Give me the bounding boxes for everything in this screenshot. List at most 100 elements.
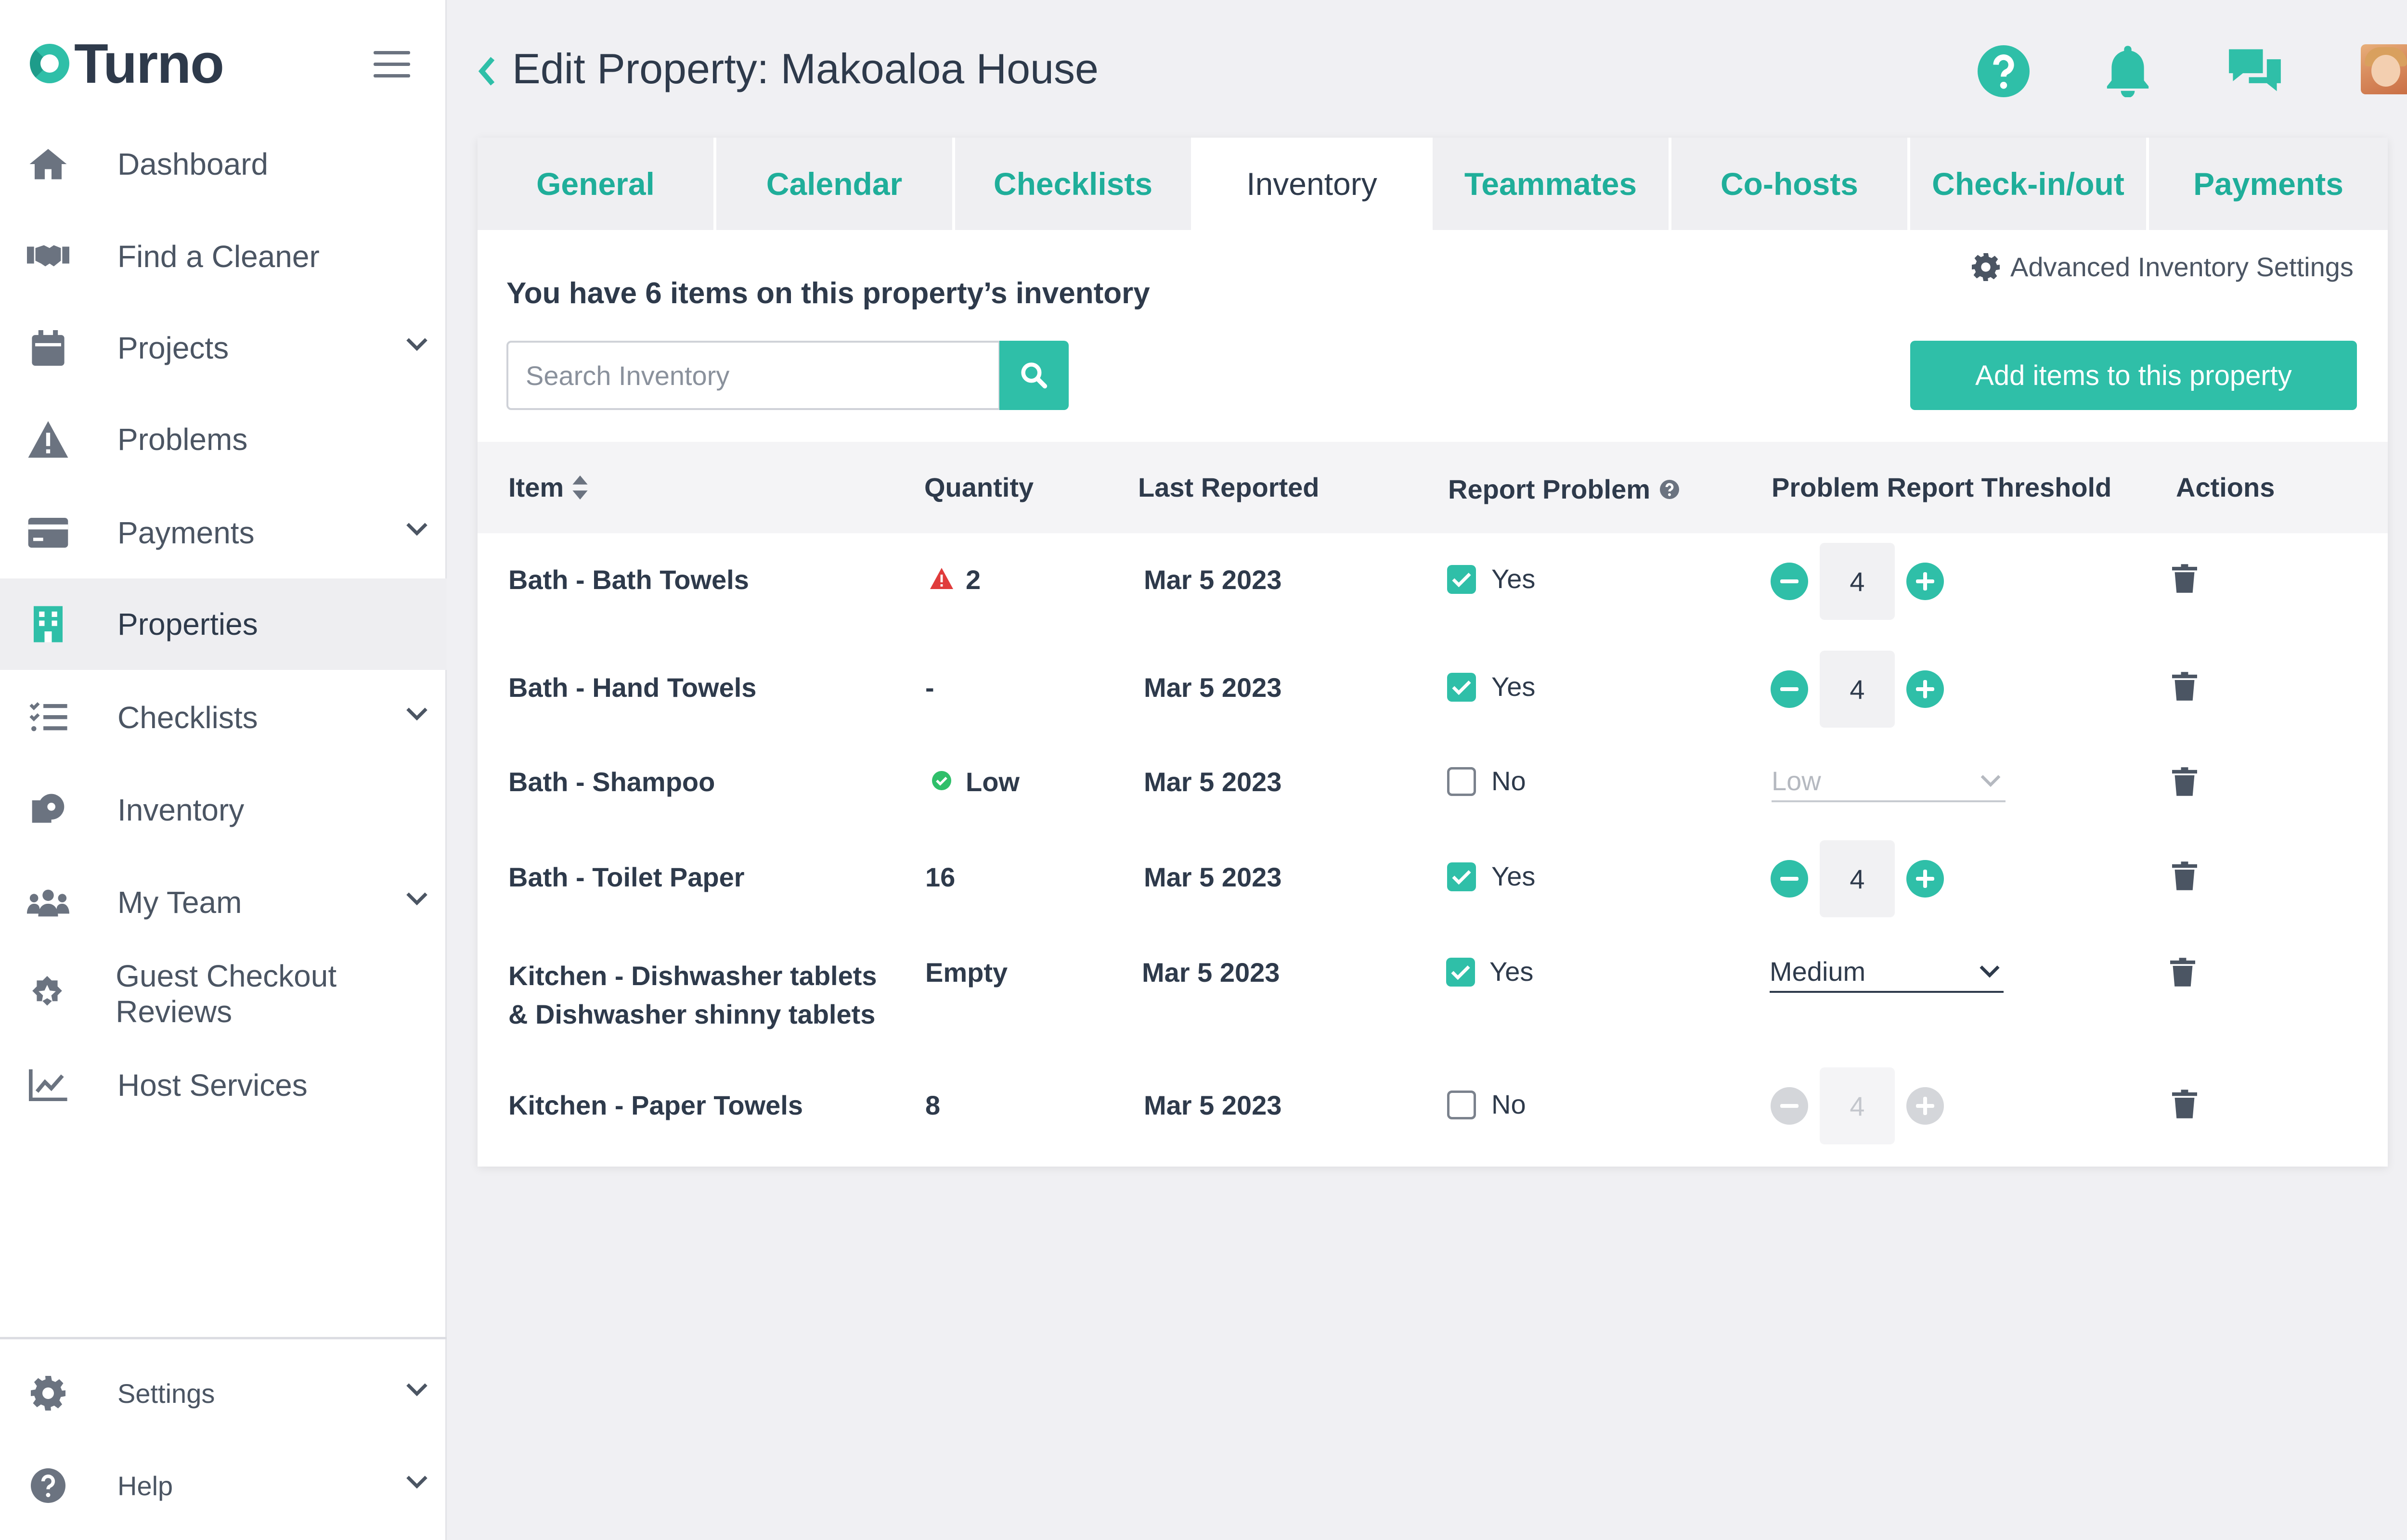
search-input[interactable] — [508, 343, 998, 408]
increment-button[interactable] — [1906, 670, 1944, 708]
sidebar-item-payments[interactable]: Payments — [0, 487, 447, 578]
sidebar-item-label: Help — [117, 1470, 173, 1501]
inventory-summary: You have 6 items on this property’s inve… — [506, 277, 1150, 310]
sidebar-item-checklists[interactable]: Checklists — [0, 672, 447, 763]
report-problem-label: Yes — [1489, 956, 1534, 987]
bell-icon[interactable] — [2099, 42, 2157, 100]
help-icon[interactable] — [1975, 42, 2032, 100]
report-problem-label: No — [1491, 1089, 1526, 1119]
add-items-button[interactable]: Add items to this property — [1910, 341, 2357, 410]
item-last-reported: Mar 5 2023 — [1144, 1090, 1282, 1120]
item-quantity: Low — [966, 767, 1020, 797]
sidebar-item-settings[interactable]: Settings — [0, 1348, 447, 1439]
logo-mark-icon — [30, 44, 69, 83]
toilet-paper-icon — [27, 791, 69, 829]
search-button[interactable] — [999, 341, 1069, 410]
item-quantity: 2 — [966, 565, 981, 595]
page-title: Edit Property: Makoaloa House — [512, 45, 1099, 92]
team-icon — [27, 883, 69, 922]
item-name: Bath - Bath Towels — [508, 565, 749, 595]
increment-button[interactable] — [1906, 1087, 1944, 1125]
chevron-down-icon — [406, 707, 427, 723]
info-question-icon[interactable] — [1660, 479, 1680, 499]
decrement-button[interactable] — [1771, 860, 1808, 898]
report-problem-label: Yes — [1491, 564, 1536, 594]
report-problem-checkbox[interactable] — [1447, 862, 1476, 891]
item-name: Bath - Shampoo — [508, 767, 715, 797]
hamburger-menu-icon[interactable] — [374, 51, 410, 86]
item-name: Kitchen - Paper Towels — [508, 1090, 803, 1120]
decrement-button[interactable] — [1771, 1087, 1808, 1125]
sidebar-item-inventory[interactable]: Inventory — [0, 764, 447, 856]
decrement-button[interactable] — [1771, 670, 1808, 708]
report-problem-checkbox[interactable] — [1447, 565, 1476, 594]
sidebar-item-my-team[interactable]: My Team — [0, 857, 447, 948]
increment-button[interactable] — [1906, 563, 1944, 600]
threshold-select[interactable]: Low — [1772, 765, 2006, 802]
report-problem-checkbox[interactable] — [1447, 1091, 1476, 1119]
threshold-value[interactable]: 4 — [1820, 840, 1895, 917]
report-problem-checkbox[interactable] — [1447, 767, 1476, 796]
sidebar-item-label: Problems — [117, 422, 248, 457]
sidebar-item-guest-checkout-reviews[interactable]: Guest Checkout Reviews — [0, 948, 447, 1040]
avatar[interactable] — [2361, 44, 2407, 94]
column-header-report-problem: Report Problem — [1448, 474, 1680, 505]
sidebar-item-label: Dashboard — [117, 147, 269, 181]
item-last-reported: Mar 5 2023 — [1144, 862, 1282, 892]
column-header-threshold: Problem Report Threshold — [1772, 472, 2112, 502]
item-name: Bath - Hand Towels — [508, 672, 757, 703]
item-last-reported: Mar 5 2023 — [1144, 767, 1282, 797]
threshold-value[interactable]: 4 — [1820, 543, 1895, 620]
tab-calendar[interactable]: Calendar — [716, 138, 955, 230]
column-header-label: Item — [508, 472, 564, 502]
gear-icon — [1972, 253, 2000, 281]
tab-inventory[interactable]: Inventory — [1194, 138, 1433, 230]
threshold-select[interactable]: Medium — [1770, 956, 2004, 993]
tab-teammates[interactable]: Teammates — [1433, 138, 1671, 230]
threshold-value[interactable]: 4 — [1820, 1067, 1895, 1144]
item-name-line: & Dishwasher shinny tablets — [508, 999, 876, 1029]
sidebar-item-host-services[interactable]: Host Services — [0, 1040, 447, 1131]
tab-payments[interactable]: Payments — [2149, 138, 2388, 230]
back-chevron-icon[interactable] — [478, 57, 497, 88]
tab-general[interactable]: General — [478, 138, 716, 230]
sidebar-item-find-a-cleaner[interactable]: Find a Cleaner — [0, 211, 447, 302]
warning-icon — [27, 420, 69, 459]
report-problem-checkbox[interactable] — [1446, 958, 1475, 987]
sidebar-item-help[interactable]: Help — [0, 1440, 447, 1531]
sidebar-item-dashboard[interactable]: Dashboard — [0, 118, 447, 210]
threshold-value[interactable]: 4 — [1820, 651, 1895, 728]
tab-co-hosts[interactable]: Co-hosts — [1671, 138, 1910, 230]
column-header-quantity: Quantity — [924, 472, 1034, 502]
sidebar-item-problems[interactable]: Problems — [0, 394, 447, 485]
tab-check-in-out[interactable]: Check-in/out — [1910, 138, 2149, 230]
turno-logo[interactable]: Turno — [30, 32, 224, 95]
sidebar-item-label: Checklists — [117, 700, 258, 735]
trash-icon[interactable] — [2172, 1090, 2201, 1120]
sidebar-item-label: Guest Checkout Reviews — [116, 959, 337, 1029]
column-header-item[interactable]: Item — [508, 472, 588, 503]
advanced-inventory-settings-link[interactable]: Advanced Inventory Settings — [1972, 251, 2354, 282]
trash-icon[interactable] — [2172, 861, 2201, 892]
decrement-button[interactable] — [1771, 563, 1808, 600]
handshake-icon — [27, 237, 69, 276]
trash-icon[interactable] — [2172, 672, 2201, 703]
report-problem-label: No — [1491, 766, 1526, 796]
increment-button[interactable] — [1906, 860, 1944, 898]
item-quantity: Empty — [925, 957, 1008, 988]
sidebar-item-label: Payments — [117, 515, 255, 550]
trash-icon[interactable] — [2172, 564, 2201, 595]
sidebar-item-properties[interactable]: Properties — [0, 578, 447, 670]
tab-checklists[interactable]: Checklists — [955, 138, 1194, 230]
sidebar-item-projects[interactable]: Projects — [0, 302, 447, 394]
report-problem-checkbox[interactable] — [1447, 673, 1476, 702]
column-header-last-reported: Last Reported — [1138, 472, 1320, 502]
chat-icon[interactable] — [2226, 42, 2284, 100]
sidebar-item-label: My Team — [117, 885, 242, 920]
trash-icon[interactable] — [2170, 958, 2199, 988]
trash-icon[interactable] — [2172, 767, 2201, 798]
item-name: Bath - Toilet Paper — [508, 862, 745, 892]
sort-icon[interactable] — [572, 475, 588, 500]
item-last-reported: Mar 5 2023 — [1144, 565, 1282, 595]
report-problem-label: Yes — [1491, 671, 1536, 702]
